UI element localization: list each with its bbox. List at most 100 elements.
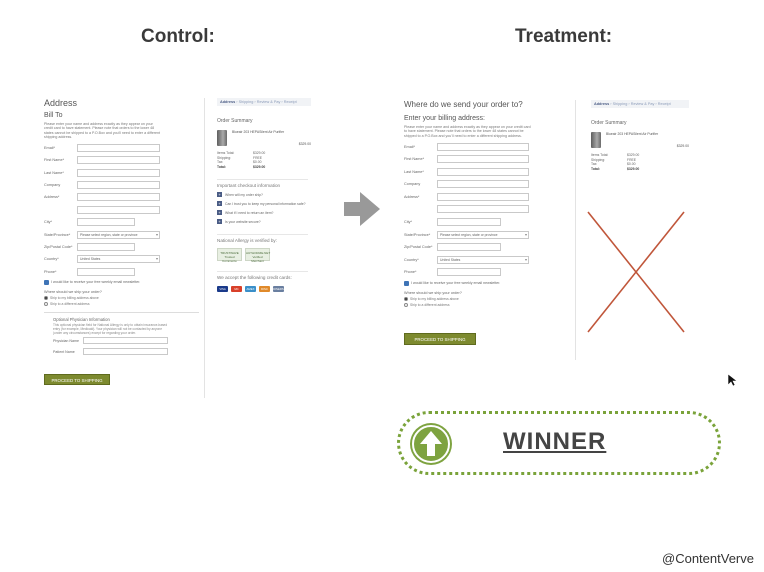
- proceed-to-shipping-button[interactable]: PROCEED TO SHIPPING: [404, 333, 476, 345]
- form-row: Phone*: [404, 266, 569, 279]
- physician-name-input[interactable]: [83, 337, 168, 345]
- ship-option-label: Ship to a different address: [410, 302, 450, 307]
- text-input[interactable]: [437, 268, 501, 277]
- form-row: Zip/Postal Code*: [404, 241, 569, 254]
- breadcrumb-item[interactable]: Shipping: [613, 102, 628, 106]
- info-item[interactable]: + Is your website secure?: [217, 219, 308, 225]
- amex-card-icon: AMEX: [245, 286, 256, 293]
- radio-selected-icon[interactable]: [44, 295, 48, 300]
- field-label: Email*: [404, 144, 415, 149]
- select-field[interactable]: Please select region, state or province: [437, 230, 529, 239]
- info-item-label: When will my order ship?: [225, 192, 263, 197]
- form-row: City*: [404, 216, 569, 229]
- field-label: Company: [44, 182, 61, 187]
- newsletter-checkbox[interactable]: I would like to receive your free weekly…: [44, 279, 199, 285]
- total-label: Total:: [217, 164, 226, 169]
- breadcrumb: Address › Shipping › Review & Pay › Rece…: [217, 98, 311, 106]
- text-input[interactable]: [77, 267, 135, 276]
- breadcrumb-item[interactable]: Review & Pay: [631, 102, 655, 106]
- ship-option-billing[interactable]: Ship to my billing address above: [404, 296, 569, 301]
- plus-icon[interactable]: +: [217, 201, 222, 207]
- breadcrumb-item[interactable]: Address: [220, 100, 235, 104]
- text-input[interactable]: [77, 205, 160, 214]
- totals: Items Total: $329.00 Shipping: FREE Tax: $0.0…: [591, 153, 693, 171]
- bill-to-heading: Bill To: [44, 112, 63, 119]
- plus-icon[interactable]: +: [217, 210, 222, 216]
- product-image: [591, 132, 601, 148]
- text-input[interactable]: [77, 180, 160, 189]
- field-label: City*: [44, 220, 53, 225]
- radio-selected-icon[interactable]: [404, 296, 408, 301]
- breadcrumb-item[interactable]: Review & Pay: [257, 100, 281, 104]
- newsletter-checkbox[interactable]: I would like to receive your free weekly…: [404, 280, 569, 286]
- field-label: City*: [404, 220, 413, 225]
- text-input[interactable]: [437, 192, 529, 201]
- text-input[interactable]: [77, 193, 160, 202]
- text-input[interactable]: [437, 155, 529, 164]
- field-label: Country*: [404, 257, 419, 262]
- radio-icon[interactable]: [44, 301, 48, 306]
- form-row: Phone*: [44, 266, 199, 278]
- field-label: Company: [404, 182, 421, 187]
- text-input[interactable]: [437, 205, 529, 214]
- plus-icon[interactable]: +: [217, 192, 222, 198]
- radio-icon[interactable]: [404, 302, 408, 307]
- text-input[interactable]: [77, 143, 160, 152]
- form-row: Last Name*: [404, 165, 569, 178]
- text-input[interactable]: [437, 218, 501, 227]
- info-item[interactable]: + What if I need to return an item?: [217, 210, 308, 216]
- text-input[interactable]: [437, 243, 501, 252]
- checkbox-icon[interactable]: [44, 279, 49, 285]
- mouse-cursor-icon: [728, 374, 737, 387]
- select-field[interactable]: United States: [437, 255, 529, 264]
- checkbox-icon[interactable]: [404, 280, 409, 286]
- text-input[interactable]: [77, 156, 160, 165]
- form-row: Address*: [404, 191, 569, 204]
- ship-option-different[interactable]: Ship to a different address: [404, 302, 569, 307]
- form-row: Country* United States: [404, 254, 569, 267]
- form-row: First Name*: [44, 154, 199, 166]
- mastercard-icon: MC: [231, 286, 242, 293]
- info-item[interactable]: + When will my order ship?: [217, 192, 308, 198]
- text-input[interactable]: [77, 242, 135, 251]
- select-field[interactable]: United States: [77, 255, 160, 264]
- patient-name-label: Patient Name: [53, 349, 75, 354]
- info-title: Important checkout information: [217, 179, 308, 188]
- breadcrumb-item[interactable]: Receipt: [658, 102, 671, 106]
- control-form: Address Bill To Please enter your name a…: [44, 98, 199, 398]
- breadcrumb-item[interactable]: Receipt: [284, 100, 297, 104]
- trustwave-badge[interactable]: TRUSTWAVE Trusted Commerce: [217, 248, 242, 263]
- product-image: [217, 130, 227, 146]
- ship-question: Where should we ship your order?: [404, 290, 462, 295]
- select-field[interactable]: Please select region, state or province: [77, 230, 160, 239]
- field-label: Zip/Postal Code*: [404, 245, 433, 250]
- plus-icon[interactable]: +: [217, 219, 222, 225]
- ship-option-label: Ship to my billing address above: [50, 295, 99, 300]
- patient-name-input[interactable]: [83, 348, 168, 356]
- arrow-right-icon: [344, 192, 380, 226]
- intro-text: Please enter your name and address exact…: [404, 125, 531, 138]
- proceed-to-shipping-button[interactable]: PROCEED TO SHIPPING: [44, 374, 110, 385]
- ship-option-billing[interactable]: Ship to my billing address above: [44, 295, 199, 300]
- ship-option-different[interactable]: Ship to a different address: [44, 301, 199, 306]
- text-input[interactable]: [77, 218, 135, 227]
- info-item-label: What if I need to return an item?: [225, 210, 274, 215]
- text-input[interactable]: [437, 167, 529, 176]
- winner-label: WINNER: [503, 428, 607, 455]
- trust-badges: TRUSTWAVE Trusted Commerce AUTHORIZE.NET…: [217, 248, 308, 263]
- product-name: Blueair 203 HEPASilent Air Purifier: [232, 130, 285, 134]
- text-input[interactable]: [77, 168, 160, 177]
- breadcrumb-item[interactable]: Shipping: [239, 100, 254, 104]
- authorize-net-badge[interactable]: AUTHORIZE.NET Verified Merchant: [245, 248, 270, 263]
- info-item[interactable]: + Can I trust you to keep my personal inf…: [217, 201, 308, 207]
- treatment-form: Where do we send your order to? Enter yo…: [404, 100, 569, 360]
- field-label: Email*: [44, 145, 55, 150]
- text-input[interactable]: [437, 142, 529, 151]
- arrow-up-icon: [410, 423, 452, 465]
- physician-name-row: Physician Name: [53, 335, 199, 346]
- field-label: Phone*: [44, 269, 57, 274]
- breadcrumb-item[interactable]: Address: [594, 102, 609, 106]
- optional-title: Optional Physician Information: [53, 316, 110, 322]
- credit-cards: VISA MC AMEX DISC DINERS: [217, 286, 308, 293]
- text-input[interactable]: [437, 180, 529, 189]
